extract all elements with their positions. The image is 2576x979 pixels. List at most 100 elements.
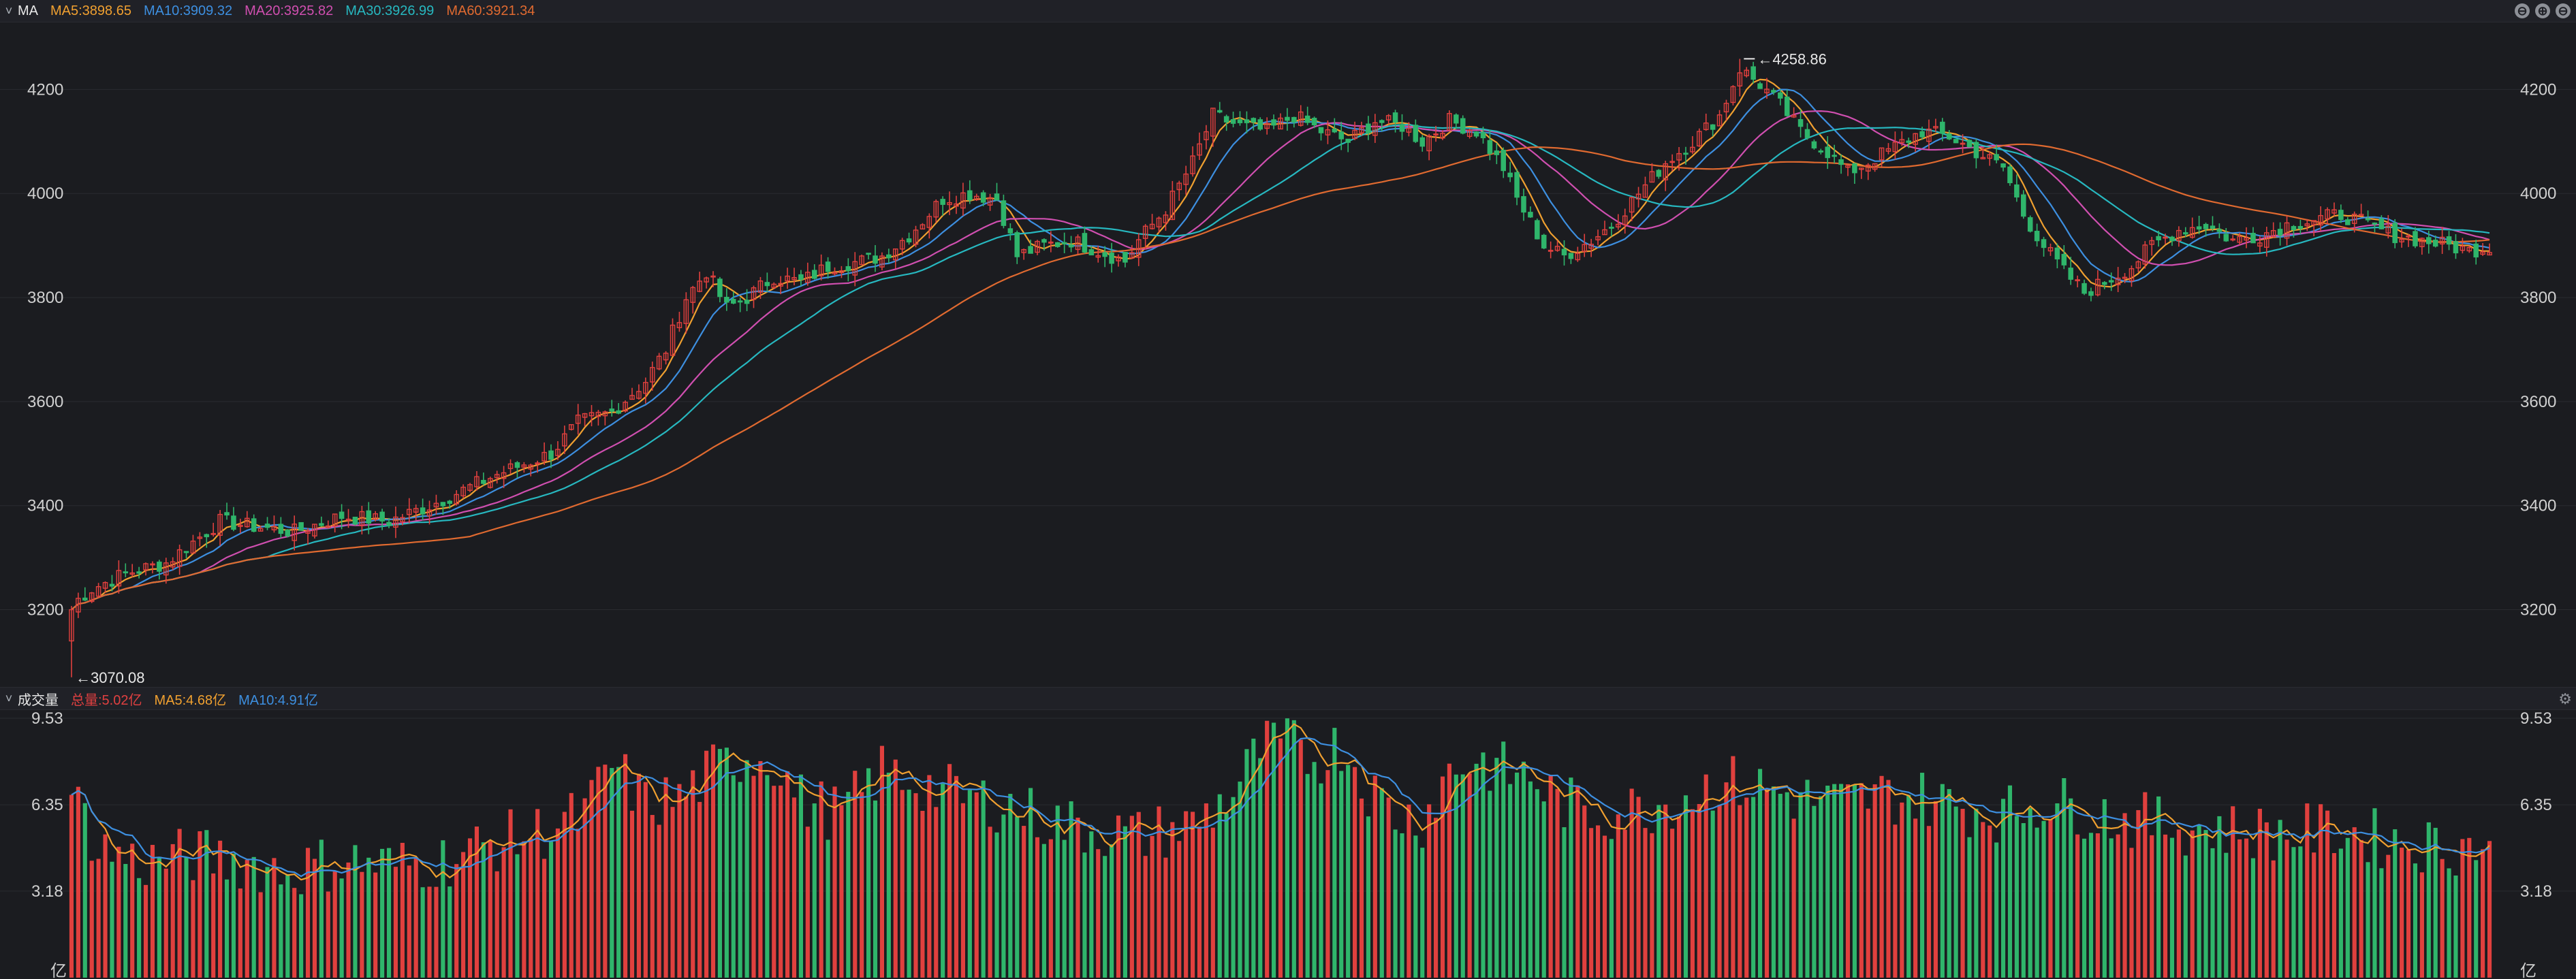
volume-bar <box>2217 816 2222 978</box>
volume-bar <box>76 786 80 978</box>
candle <box>224 502 230 520</box>
volume-bar <box>1940 784 1945 978</box>
volume-bar <box>339 878 344 978</box>
candle <box>1082 226 1088 254</box>
candle <box>373 511 378 521</box>
volume-bar <box>353 845 358 978</box>
volume-bar <box>272 858 277 978</box>
legend-ma30: MA30:3926.99 <box>345 3 435 18</box>
candle-body <box>717 278 723 298</box>
add-panel-icon[interactable]: ⊕ <box>2535 3 2550 18</box>
volume-bar <box>1616 814 1620 978</box>
volume-bar <box>1636 797 1641 978</box>
volume-bar <box>501 847 506 978</box>
candle <box>751 285 757 308</box>
main-panel-header: ˅ MA MA5:3898.65 MA10:3909.32 MA20:3925.… <box>0 0 2576 22</box>
candle <box>89 592 95 603</box>
volume-bar <box>1265 720 1270 978</box>
candle <box>2338 204 2344 223</box>
candle <box>197 532 203 547</box>
candle <box>1216 101 1223 114</box>
candle <box>231 507 236 532</box>
volume-bar <box>130 844 135 978</box>
candle-body <box>2446 236 2452 245</box>
candle <box>1366 116 1371 140</box>
candle <box>2331 202 2337 216</box>
candle <box>845 258 851 282</box>
volume-bar <box>2116 834 2120 978</box>
volume-bar <box>2069 798 2073 978</box>
collapse-chevron-icon[interactable]: ˅ <box>0 692 18 706</box>
candle-body <box>379 511 385 521</box>
volume-bar <box>2271 860 2276 978</box>
volume-bar <box>913 793 918 978</box>
candle-body <box>873 255 878 264</box>
volume-bar <box>2176 829 2181 978</box>
price-chart[interactable]: 3200 3200 3400 3400 3600 3600 3800 3800 4000 4000… <box>0 22 2576 687</box>
candle <box>906 232 912 245</box>
volume-chart[interactable]: 9.53 9.53 6.35 6.35 3.18 3.18 亿 亿 <box>0 710 2576 979</box>
collapse-panel-icon[interactable]: ⊖ <box>2556 3 2571 18</box>
candle-body <box>2183 232 2188 235</box>
candle-body <box>1480 132 1486 139</box>
candle <box>2075 275 2080 288</box>
y-tick-label-right: 9.53 <box>2520 710 2552 728</box>
volume-bar <box>704 750 709 978</box>
volume-bar <box>2298 846 2303 978</box>
volume-bar <box>279 884 283 978</box>
volume-bar <box>576 829 580 978</box>
volume-bar <box>1454 774 1458 978</box>
volume-bar <box>873 800 878 978</box>
volume-bar <box>1771 786 1776 978</box>
candle-body <box>2378 218 2385 229</box>
y-tick-label-left: 3200 <box>27 601 63 620</box>
candle-body <box>352 517 358 525</box>
candle <box>636 384 642 400</box>
volume-bar <box>1515 772 1520 978</box>
candle <box>2446 231 2452 251</box>
y-tick-label-right: 4200 <box>2520 80 2556 99</box>
volume-bar <box>779 785 783 978</box>
candle <box>2453 234 2459 259</box>
candle <box>569 424 574 431</box>
volume-bar <box>1272 722 1276 978</box>
volume-bar <box>772 786 776 978</box>
candle-body <box>339 511 345 519</box>
volume-bar <box>393 867 398 978</box>
candle-body <box>2432 240 2438 247</box>
volume-bar <box>2278 820 2282 978</box>
candle <box>1372 114 1378 143</box>
candle <box>2061 245 2067 270</box>
volume-bar <box>1494 758 1499 978</box>
volume-bar <box>974 792 979 978</box>
volume-bar <box>1845 784 1851 978</box>
minimize-icon[interactable]: ⊖ <box>2515 3 2530 18</box>
candle <box>791 268 797 286</box>
volume-bar <box>731 775 736 978</box>
candle-body <box>1082 233 1088 253</box>
collapse-chevron-icon[interactable]: ˅ <box>0 4 18 18</box>
y-tick-label-right: 4000 <box>2520 184 2556 203</box>
volume-bar <box>1866 808 1870 978</box>
candle-body <box>1068 244 1074 248</box>
candle <box>1548 241 1554 259</box>
gear-icon[interactable]: ⚙ <box>2558 690 2572 708</box>
volume-bar <box>1129 816 1134 978</box>
volume-bar <box>623 754 628 978</box>
ma-line-ma10 <box>71 89 2490 611</box>
volume-bar <box>1751 797 1756 978</box>
candle <box>481 472 486 486</box>
candle-body <box>1994 154 1999 161</box>
candle-body <box>1953 139 1959 144</box>
volume-bar <box>1427 804 1432 978</box>
candle <box>1061 232 1067 253</box>
candle-body <box>1521 196 1526 213</box>
candle <box>1697 128 1702 148</box>
volume-bar <box>2325 810 2330 978</box>
volume-bar <box>2183 855 2188 978</box>
volume-bar <box>494 871 499 978</box>
candle-body <box>1757 83 1763 89</box>
volume-bar <box>2035 827 2039 978</box>
candle-body <box>2108 280 2114 283</box>
candle <box>217 510 223 546</box>
